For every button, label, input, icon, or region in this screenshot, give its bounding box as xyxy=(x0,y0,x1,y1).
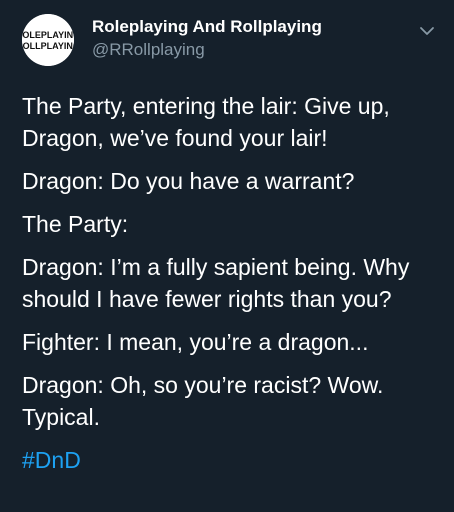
tweet-line: The Party: xyxy=(22,211,129,237)
tweet-line: Dragon: I’m a fully sapient being. Why s… xyxy=(22,254,410,312)
display-name[interactable]: Roleplaying And Rollplaying xyxy=(92,17,322,37)
tweet-header: ROLEPLAYING ROLLPLAYING Roleplaying And … xyxy=(22,14,442,68)
tweet-line: Fighter: I mean, you’re a dragon... xyxy=(22,329,369,355)
svg-text:ROLEPLAYING: ROLEPLAYING xyxy=(22,30,74,40)
tweet-line: Dragon: Do you have a warrant? xyxy=(22,168,355,194)
svg-text:ROLLPLAYING: ROLLPLAYING xyxy=(22,41,74,51)
avatar[interactable]: ROLEPLAYING ROLLPLAYING xyxy=(22,14,74,66)
tweet-text: The Party, entering the lair: Give up, D… xyxy=(22,90,442,487)
chevron-down-icon[interactable] xyxy=(418,22,436,40)
hashtag-link[interactable]: #DnD xyxy=(22,447,81,473)
tweet-line: The Party, entering the lair: Give up, D… xyxy=(22,93,390,151)
user-handle[interactable]: @RRollplaying xyxy=(92,40,205,60)
tweet-card: ROLEPLAYING ROLLPLAYING Roleplaying And … xyxy=(0,0,454,512)
tweet-line: Dragon: Oh, so you’re racist? Wow. Typic… xyxy=(22,372,384,430)
logo-icon: ROLEPLAYING ROLLPLAYING xyxy=(22,14,74,66)
